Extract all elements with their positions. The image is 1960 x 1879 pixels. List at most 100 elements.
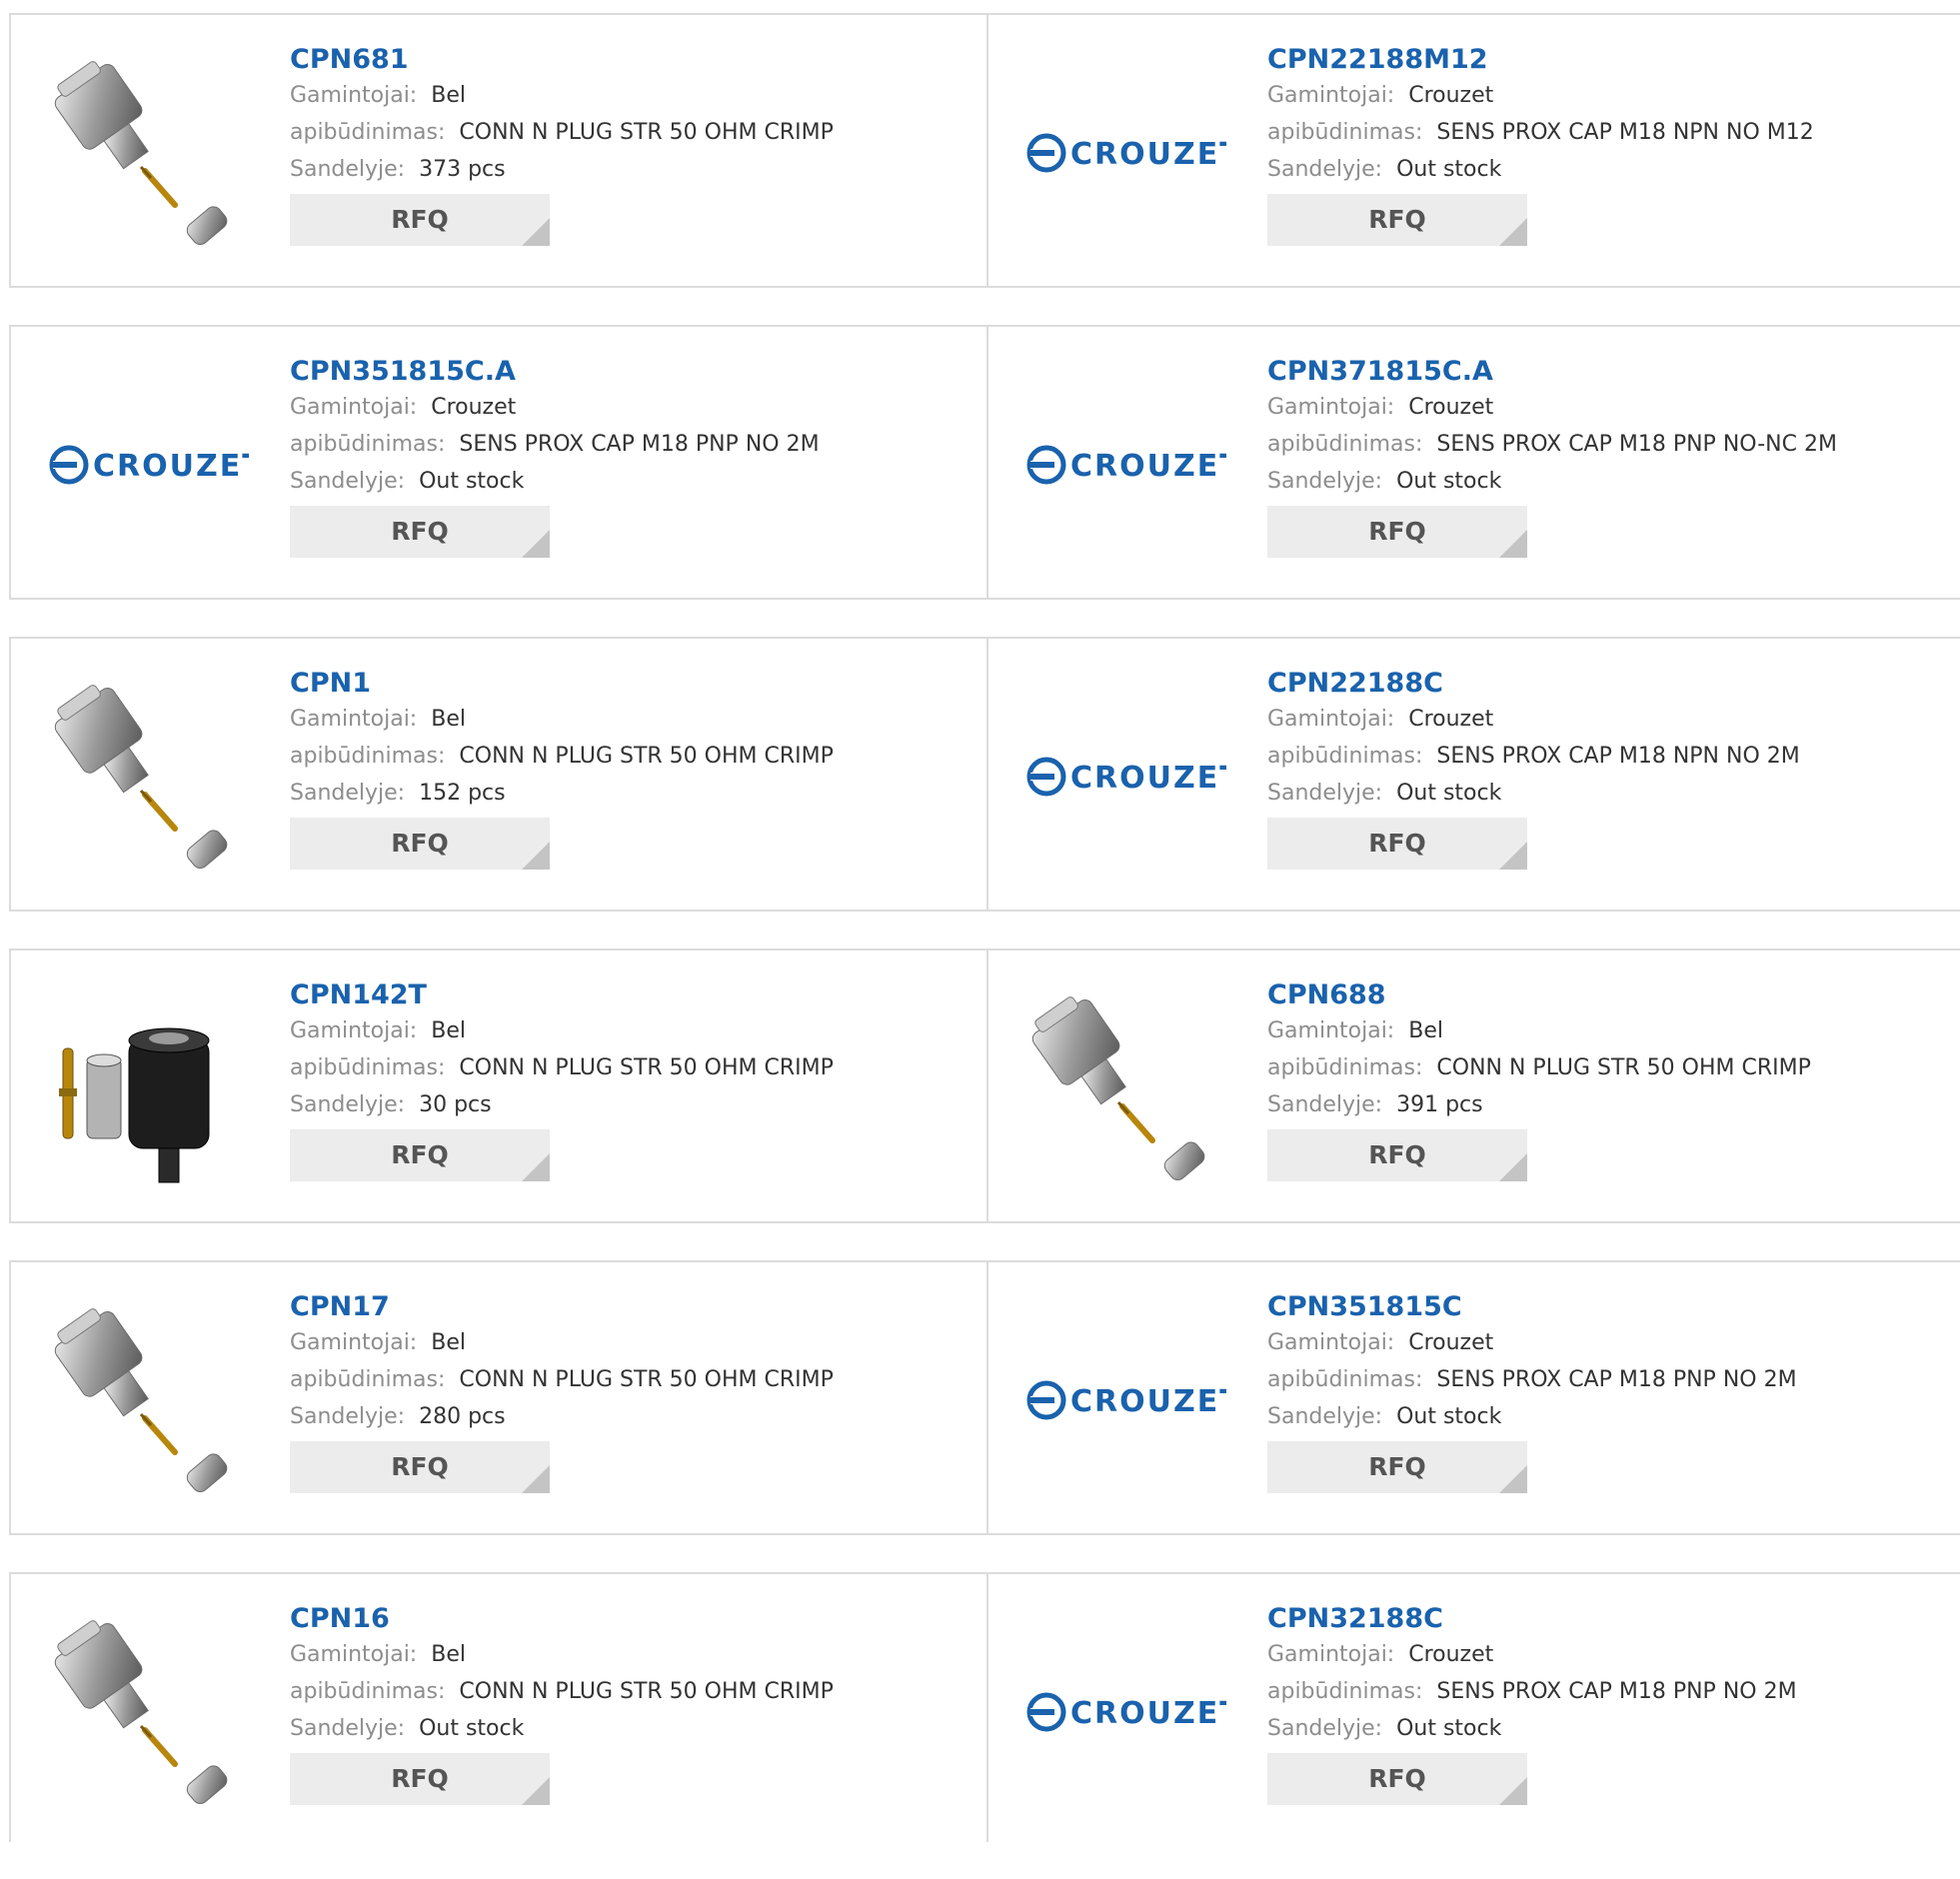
stock-label: Sandelyje: [1267,469,1383,494]
manufacturer-label: Gamintojai: [290,395,418,420]
description-row: apibūdinimas: CONN N PLUG STR 50 OHM CRIM… [290,1049,834,1086]
product-image-link[interactable] [49,53,249,253]
product-image-link[interactable] [49,1300,249,1500]
part-number-link[interactable]: CPN22188C [1267,667,1800,701]
rfq-button[interactable]: RFQ [1267,1129,1527,1181]
product-card: CPN142T Gamintojai: Bel apibūdinimas: CONN… [11,950,986,1221]
part-number-link[interactable]: CPN32188C [1267,1602,1797,1636]
description-row: apibūdinimas: SENS PROX CAP M18 PNP NO 2M [1267,1673,1797,1710]
description-label: apibūdinimas: [1267,744,1423,769]
manufacturer-value: Crouzet [1408,1642,1494,1667]
manufacturer-value: Bel [431,1330,466,1355]
rfq-button[interactable]: RFQ [1267,1753,1527,1805]
product-card: CPN681 Gamintojai: Bel apibūdinimas: CONN … [11,15,986,286]
manufacturer-label: Gamintojai: [1267,707,1395,732]
product-info: CPN17 Gamintojai: Bel apibūdinimas: CONN N… [290,1290,834,1493]
description-value: CONN N PLUG STR 50 OHM CRIMP [459,1055,834,1080]
n-plug-crimp-connector-icon [54,685,228,869]
rfq-corner-triangle [1499,218,1527,246]
crouzet-logo-text: CROUZET [93,449,249,484]
rfq-button[interactable]: RFQ [290,506,550,558]
product-image-link[interactable]: CROUZET [1026,365,1226,565]
description-value: SENS PROX CAP M18 PNP NO 2M [1436,1367,1797,1392]
description-row: apibūdinimas: CONN N PLUG STR 50 OHM CRIM… [290,738,834,775]
product-image-link[interactable] [1026,988,1226,1188]
rfq-label: RFQ [1368,1764,1426,1793]
product-row: CPN1 Gamintojai: Bel apibūdinimas: CONN N … [9,637,1960,912]
product-grid: CPN681 Gamintojai: Bel apibūdinimas: CONN … [9,13,1960,1879]
n-plug-crimp-connector-icon [54,61,228,245]
description-label: apibūdinimas: [1267,432,1423,457]
rfq-label: RFQ [1368,205,1426,234]
stock-label: Sandelyje: [290,469,406,494]
rfq-button[interactable]: RFQ [290,1441,550,1493]
manufacturer-row: Gamintojai: Crouzet [290,389,820,426]
description-label: apibūdinimas: [1267,1055,1423,1080]
product-image-link[interactable]: CROUZET [1026,1612,1226,1812]
rfq-corner-triangle [522,842,550,870]
part-number-link[interactable]: CPN681 [290,43,834,77]
stock-value: 373 pcs [419,157,506,182]
manufacturer-row: Gamintojai: Crouzet [1267,1324,1797,1361]
stock-label: Sandelyje: [290,781,406,806]
product-image-link[interactable]: CROUZET [49,365,249,565]
part-number-link[interactable]: CPN351815C [1267,1290,1797,1324]
product-image-link[interactable] [49,988,249,1188]
description-value: CONN N PLUG STR 50 OHM CRIMP [459,1679,834,1704]
rfq-corner-triangle [1499,1465,1527,1493]
rfq-button[interactable]: RFQ [1267,818,1527,870]
manufacturer-label: Gamintojai: [290,83,418,108]
manufacturer-label: Gamintojai: [1267,1018,1395,1043]
rfq-label: RFQ [1368,1452,1426,1481]
rfq-button[interactable]: RFQ [290,1753,550,1805]
product-image-link[interactable] [49,1612,249,1812]
description-row: apibūdinimas: SENS PROX CAP M18 NPN NO 2M [1267,738,1800,775]
stock-label: Sandelyje: [1267,1092,1383,1117]
n-plug-black-connector-icon [59,1027,210,1183]
rfq-corner-triangle [522,218,550,246]
description-row: apibūdinimas: CONN N PLUG STR 50 OHM CRIM… [290,114,834,151]
manufacturer-row: Gamintojai: Bel [290,1324,834,1361]
manufacturer-label: Gamintojai: [290,707,418,732]
rfq-button[interactable]: RFQ [1267,1441,1527,1493]
description-label: apibūdinimas: [1267,1367,1423,1392]
stock-row: Sandelyje: Out stock [1267,151,1814,188]
rfq-label: RFQ [391,517,449,546]
description-label: apibūdinimas: [1267,120,1423,145]
product-image-link[interactable]: CROUZET [1026,677,1226,877]
rfq-button[interactable]: RFQ [290,818,550,870]
product-card: CPN1 Gamintojai: Bel apibūdinimas: CONN N … [11,639,986,910]
manufacturer-value: Crouzet [1408,83,1494,108]
crouzet-logo-icon: CROUZET [1026,757,1226,797]
product-image-link[interactable] [49,677,249,877]
part-number-link[interactable]: CPN17 [290,1290,834,1324]
manufacturer-row: Gamintojai: Crouzet [1267,701,1800,738]
manufacturer-value: Bel [1408,1018,1443,1043]
part-number-link[interactable]: CPN22188M12 [1267,43,1814,77]
product-row: CPN16 Gamintojai: Bel apibūdinimas: CONN N… [9,1572,1960,1842]
part-number-link[interactable]: CPN142T [290,978,834,1012]
product-image-link[interactable]: CROUZET [1026,1300,1226,1500]
part-number-link[interactable]: CPN1 [290,667,834,701]
rfq-button[interactable]: RFQ [1267,506,1527,558]
description-value: CONN N PLUG STR 50 OHM CRIMP [459,744,834,769]
manufacturer-label: Gamintojai: [290,1018,418,1043]
manufacturer-value: Bel [431,1018,466,1043]
part-number-link[interactable]: CPN351815C.A [290,355,820,389]
stock-value: 391 pcs [1396,1092,1483,1117]
rfq-label: RFQ [391,1764,449,1793]
rfq-button[interactable]: RFQ [1267,194,1527,246]
rfq-button[interactable]: RFQ [290,1129,550,1181]
part-number-link[interactable]: CPN688 [1267,978,1811,1012]
rfq-label: RFQ [391,1140,449,1169]
part-number-link[interactable]: CPN16 [290,1602,834,1636]
rfq-button[interactable]: RFQ [290,194,550,246]
product-row: CROUZET CPN351815C.A Gamintojai: Crouzet … [9,325,1960,600]
product-image-link[interactable]: CROUZET [1026,53,1226,253]
product-card: CROUZET CPN371815C.A Gamintojai: Crouzet … [986,327,1960,598]
stock-label: Sandelyje: [290,1092,406,1117]
product-card: CROUZET CPN351815C.A Gamintojai: Crouzet … [11,327,986,598]
product-info: CPN22188C Gamintojai: Crouzet apibūdinima… [1267,667,1800,870]
part-number-link[interactable]: CPN371815C.A [1267,355,1837,389]
stock-label: Sandelyje: [1267,1716,1383,1741]
